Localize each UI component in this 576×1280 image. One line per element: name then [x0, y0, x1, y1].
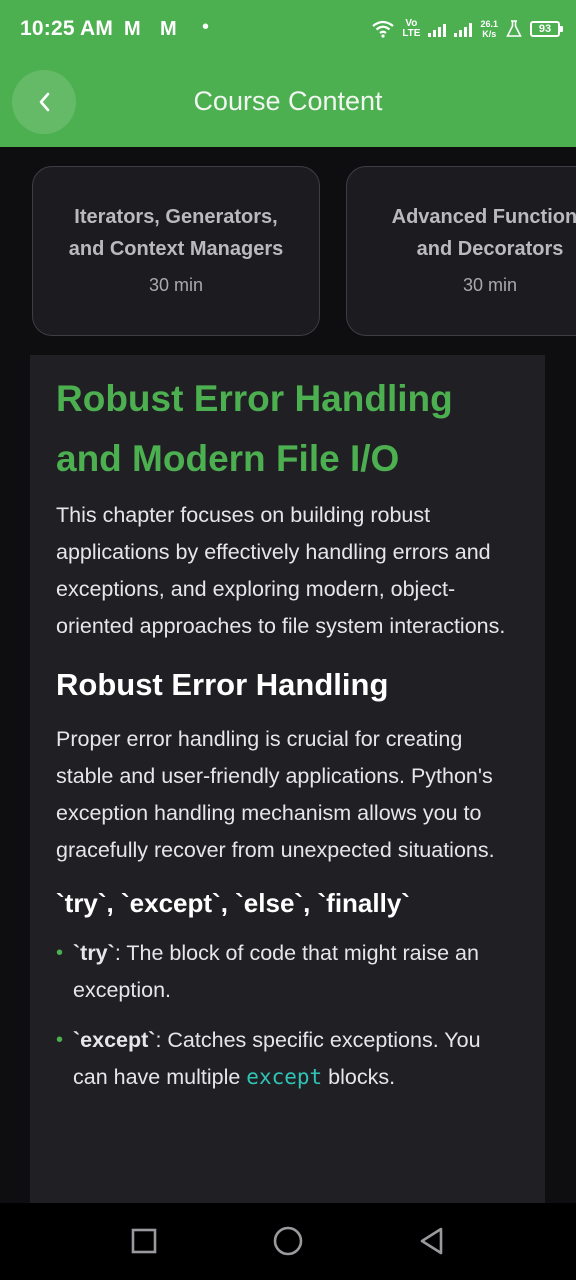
subsection-heading: `try`, `except`, `else`, `finally`: [56, 888, 410, 918]
lesson-card-title: Advanced Functions and Decorators: [391, 206, 576, 260]
list-item: • `except`: Catches specific exceptions.…: [56, 1022, 519, 1096]
chapter-title: Robust Error Handling and Modern File I/…: [56, 378, 453, 479]
section-text: Proper error handling is crucial for cre…: [56, 727, 495, 862]
lesson-card-duration: 30 min: [462, 275, 518, 295]
lesson-card-duration: 30 min: [148, 275, 204, 295]
lesson-carousel[interactable]: Iterators, Generators, and Context Manag…: [32, 166, 576, 336]
bullet-dot: •: [56, 942, 64, 964]
volte-indicator: Vo LTE: [402, 18, 421, 39]
chapter-intro: This chapter focuses on building robust …: [56, 503, 506, 638]
home-button[interactable]: [268, 1221, 308, 1261]
wifi-icon: [372, 20, 394, 38]
network-speed: 26.1 K/s: [480, 19, 498, 39]
notification-dot: •: [202, 16, 210, 38]
gmail-icon: M: [160, 18, 177, 40]
list-item: • `try`: The block of code that might ra…: [56, 935, 519, 1009]
nav-back-button[interactable]: [412, 1221, 452, 1261]
inline-code: except: [246, 1065, 323, 1089]
square-icon: [131, 1228, 157, 1254]
flask-icon: [506, 20, 522, 37]
status-indicators: Vo LTE 26.1 K/s 93: [372, 15, 563, 43]
circle-icon: [273, 1226, 303, 1256]
bullet-list: • `try`: The block of code that might ra…: [56, 935, 519, 1096]
status-bar: 10:25 AM M M • Vo LTE 26.1 K/s 93: [0, 0, 576, 60]
section-heading: Robust Error Handling: [56, 667, 389, 702]
bullet-dot: •: [56, 1029, 64, 1051]
page-title: Course Content: [193, 86, 383, 116]
triangle-back-icon: [420, 1227, 443, 1255]
lesson-card-title: Iterators, Generators, and Context Manag…: [68, 206, 284, 260]
signal-icon: [454, 21, 473, 37]
gmail-icon: M: [124, 18, 141, 40]
recents-button[interactable]: [124, 1221, 164, 1261]
battery-icon: 93: [530, 21, 563, 37]
app-bar: Course Content: [0, 60, 576, 147]
lesson-content[interactable]: Robust Error Handling and Modern File I/…: [30, 355, 545, 1205]
system-nav-bar: [0, 1203, 576, 1280]
lesson-card[interactable]: Iterators, Generators, and Context Manag…: [32, 166, 320, 336]
lesson-card[interactable]: Advanced Functions and Decorators 30 min: [346, 166, 576, 336]
signal-icon: [428, 21, 447, 37]
status-time: 10:25 AM: [20, 17, 114, 40]
